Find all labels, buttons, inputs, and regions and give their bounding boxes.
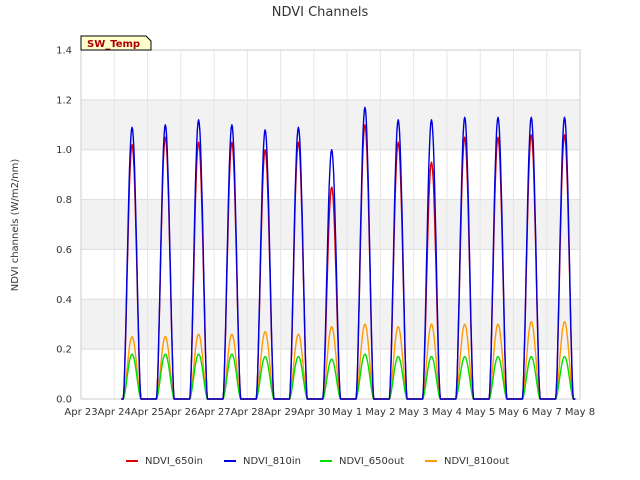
y-tick-label: 1.4 xyxy=(56,46,72,57)
y-tick-label: 1.2 xyxy=(56,95,72,106)
x-tick-label: May 7 xyxy=(532,407,562,418)
plot-band xyxy=(81,199,580,250)
x-tick-labels: Apr 23 Apr 24 Apr 25 Apr 26 Apr 27 Apr 28 Apr … xyxy=(64,407,595,418)
x-tick-label: May 8 xyxy=(565,407,595,418)
site-tag: SW_Temp xyxy=(80,35,152,51)
y-axis-label: NDVI channels (W/m2/nm) xyxy=(10,159,21,292)
plot-bands xyxy=(81,99,580,350)
x-tick-label: Apr 23 xyxy=(64,407,97,418)
y-tick-label: 0.2 xyxy=(56,345,72,356)
x-tick-label: Apr 29 xyxy=(264,407,297,418)
ndvi-chart: NDVI Channels 0.0 0.2 0.4 0.6 0.8 1.0 1.2 1.4 A… xyxy=(0,0,640,480)
x-tick-label: Apr 30 xyxy=(297,407,330,418)
x-tick-label: May 6 xyxy=(498,407,528,418)
legend-label: NDVI_650in xyxy=(145,456,203,467)
x-tick-label: Apr 24 xyxy=(98,407,131,418)
x-tick-label: May 2 xyxy=(365,407,395,418)
legend-label: NDVI_650out xyxy=(339,456,404,467)
legend-label: NDVI_810out xyxy=(444,456,509,467)
legend-label: NDVI_810in xyxy=(243,456,301,467)
y-tick-label: 0.0 xyxy=(56,395,72,406)
y-tick-label: 0.8 xyxy=(56,195,72,206)
y-tick-label: 0.4 xyxy=(56,295,72,306)
x-tick-label: Apr 26 xyxy=(164,407,197,418)
x-tick-label: May 3 xyxy=(399,407,429,418)
x-tick-label: Apr 25 xyxy=(131,407,164,418)
x-tick-label: May 1 xyxy=(332,407,362,418)
chart-title: NDVI Channels xyxy=(272,5,369,20)
site-tag-label: SW_Temp xyxy=(87,39,140,50)
x-tick-label: Apr 28 xyxy=(231,407,264,418)
x-tick-label: May 5 xyxy=(465,407,495,418)
y-tick-label: 0.6 xyxy=(56,245,72,256)
y-tick-label: 1.0 xyxy=(56,145,72,156)
plot-band xyxy=(81,99,580,150)
x-tick-label: Apr 27 xyxy=(197,407,230,418)
x-tick-label: May 4 xyxy=(432,407,462,418)
